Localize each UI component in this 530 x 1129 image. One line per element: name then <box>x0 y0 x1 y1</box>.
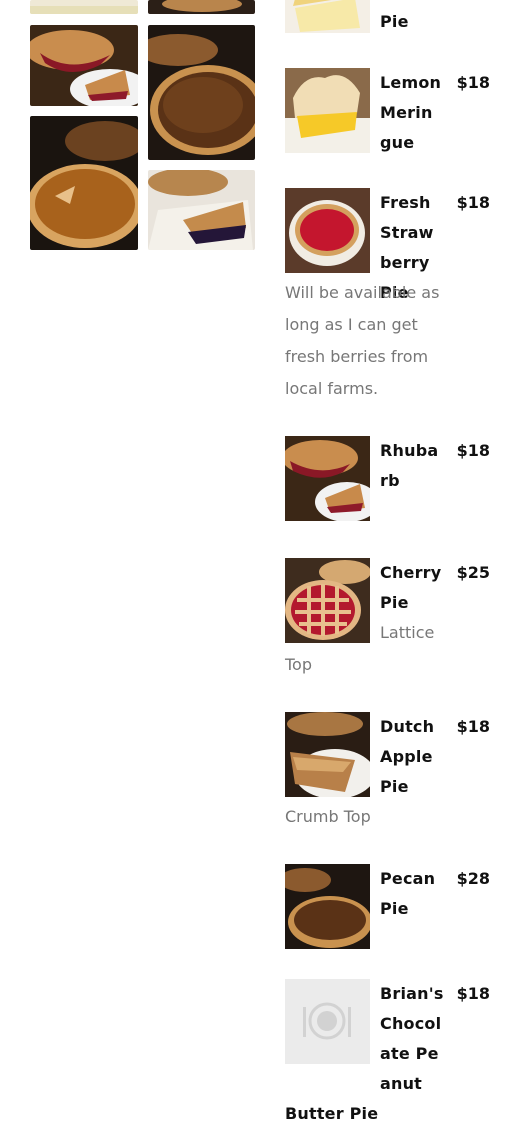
menu-item-name: Brian's Chocolate Peanut Butter Pie <box>285 979 530 1129</box>
menu-item-description: Will be available as long as I can get f… <box>285 283 440 398</box>
menu-item-name: Cherry Pie <box>380 563 442 612</box>
menu-item-price: $18 <box>456 193 490 212</box>
gallery-photo-pumpkin[interactable] <box>30 116 138 250</box>
gallery-photo-lemon[interactable] <box>30 0 138 14</box>
menu-item[interactable]: Fresh Strawberry Pie $18 Will be availab… <box>285 188 490 408</box>
menu-item-description: Lattice Top <box>285 623 435 674</box>
menu-item-name: Pecan Pie <box>380 869 436 918</box>
gallery-photo-rhubarb[interactable] <box>30 25 138 106</box>
lemon-pie-photo <box>285 0 370 33</box>
menu-item-name-line: Brian's Chocolate Peanut <box>380 984 444 1093</box>
menu-item[interactable]: Dutch Apple Pie $18 Crumb Top <box>285 712 490 842</box>
gallery-photo-top[interactable] <box>148 0 255 14</box>
pecan-pie-photo <box>285 864 370 949</box>
rhubarb-pie-photo <box>285 436 370 521</box>
menu-item[interactable]: Pie <box>285 0 490 40</box>
menu-item-name: Lemon Meringue <box>380 73 442 152</box>
menu-item-price: $18 <box>456 984 490 1003</box>
plate-placeholder-icon <box>285 979 370 1064</box>
gallery-photo-blueberry[interactable] <box>148 170 255 250</box>
menu-item-name: Rhubarb <box>380 441 439 490</box>
menu-item-price: $18 <box>456 73 490 92</box>
menu-item[interactable]: Cherry Pie $25 Lattice Top <box>285 558 490 688</box>
menu-item-name-line: Butter Pie <box>285 1104 379 1123</box>
menu-item-description: Crumb Top <box>285 807 371 826</box>
strawberry-pie-photo <box>285 188 370 273</box>
menu-item-price: $25 <box>456 563 490 582</box>
apple-pie-photo <box>285 712 370 797</box>
menu-item-price: $18 <box>456 717 490 736</box>
menu-item-name: Dutch Apple Pie <box>380 717 435 796</box>
gallery-photo-pecan[interactable] <box>148 25 255 160</box>
lemon-meringue-photo <box>285 68 370 153</box>
menu-item[interactable]: Rhubarb $18 <box>285 436 490 536</box>
menu-item[interactable]: Lemon Meringue $18 <box>285 68 490 168</box>
menu-item[interactable]: Pecan Pie $28 <box>285 864 490 964</box>
menu-item-price: $28 <box>456 869 490 888</box>
menu-item-name: Pie <box>380 12 409 31</box>
menu-item[interactable]: Brian's Chocolate Peanut Butter Pie $18 <box>285 979 490 1123</box>
menu-item-price: $18 <box>456 441 490 460</box>
